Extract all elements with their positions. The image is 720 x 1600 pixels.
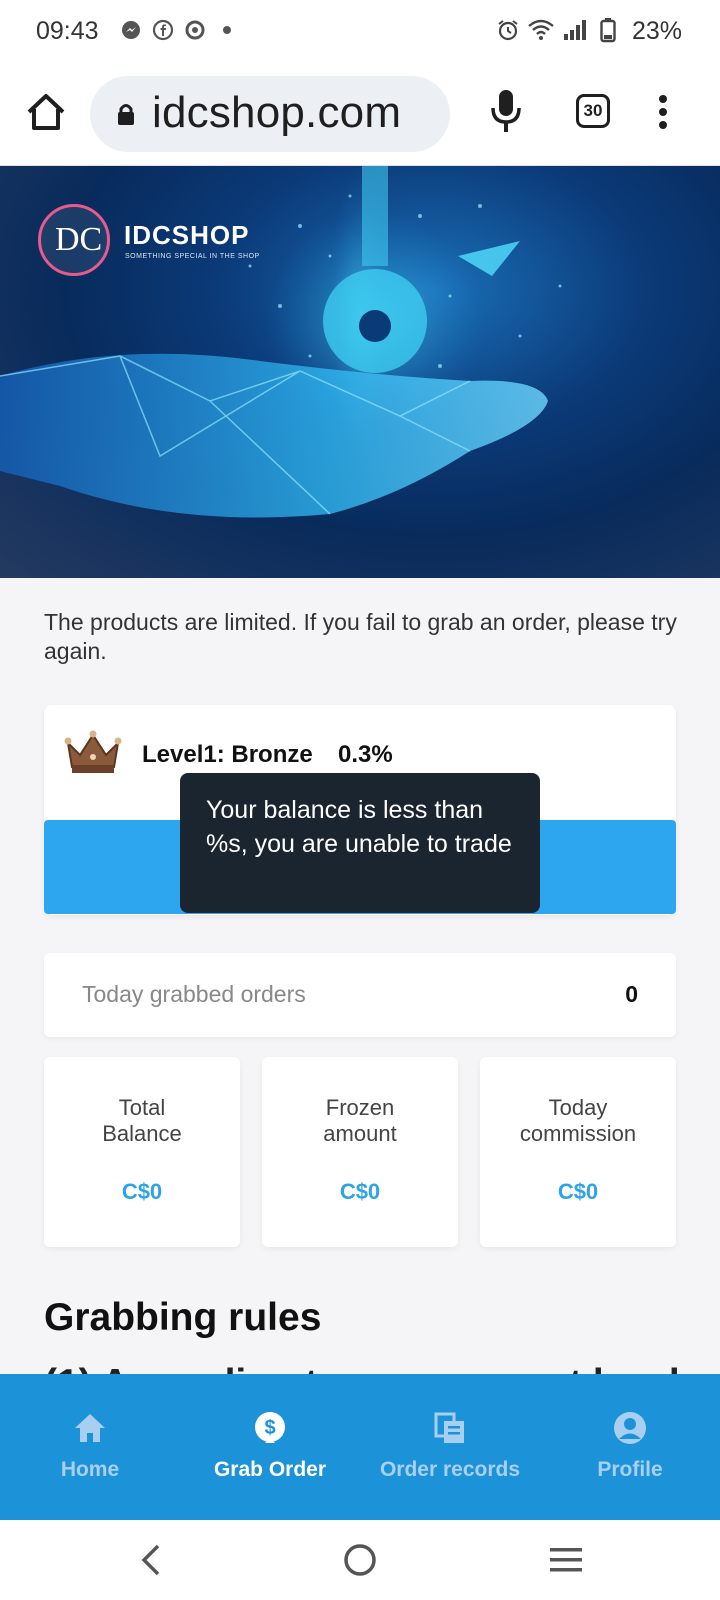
battery-icon <box>600 18 616 43</box>
tab-switcher-button[interactable]: 30 <box>576 94 610 128</box>
profile-icon <box>614 1412 646 1444</box>
records-icon <box>434 1412 464 1443</box>
bottom-navigation: Home $ Grab Order Order records Profile <box>0 1374 720 1520</box>
nav-label: Profile <box>597 1458 663 1481</box>
rules-first-line: (1) According to your current level <box>44 1362 680 1374</box>
home-icon[interactable] <box>24 90 68 134</box>
more-options-icon[interactable] <box>656 94 670 130</box>
nav-label: Grab Order <box>213 1458 327 1481</box>
status-bar: 09:43 23% <box>0 0 720 62</box>
alarm-icon <box>498 20 518 41</box>
nav-profile[interactable]: Profile <box>540 1374 720 1520</box>
stat-value: C$0 <box>121 1179 163 1204</box>
brand-tagline: SOMETHING SPECIAL IN THE SHOP <box>125 253 260 260</box>
brand-name: IDCSHOP <box>124 220 250 250</box>
recent-apps-icon[interactable] <box>548 1544 584 1576</box>
commission-rate: 0.3% <box>338 741 393 768</box>
today-orders-card: Today grabbed orders 0 <box>44 953 676 1037</box>
home-icon <box>75 1414 105 1442</box>
svg-text:$: $ <box>264 1417 275 1439</box>
sync-icon <box>185 20 205 40</box>
nav-label: Home <box>60 1458 120 1481</box>
browser-toolbar: idcshop.com 30 <box>0 62 720 166</box>
stat-value: C$0 <box>339 1179 381 1204</box>
nav-grab-order[interactable]: $ Grab Order <box>180 1374 360 1520</box>
stat-label: Total Balance <box>102 1095 182 1146</box>
stat-today-commission: Today commission C$0 <box>480 1057 676 1247</box>
rules-title: Grabbing rules <box>44 1296 322 1339</box>
logo-monogram: DC <box>55 221 103 258</box>
stat-label: Frozen amount <box>323 1095 397 1146</box>
status-time: 09:43 <box>36 17 99 45</box>
level-name: Level1: Bronze <box>142 741 313 768</box>
battery-percent: 23% <box>632 17 683 45</box>
balance-toast: Your balance is less than %s, you are un… <box>180 773 540 913</box>
stat-total-balance: Total Balance C$0 <box>44 1057 240 1247</box>
nav-home[interactable]: Home <box>0 1374 180 1520</box>
stat-label: Today commission <box>519 1095 637 1146</box>
limited-notice: The products are limited. If you fail to… <box>44 609 677 664</box>
today-orders-label: Today grabbed orders <box>82 981 306 1007</box>
messenger-icon <box>122 21 140 39</box>
lock-icon <box>118 104 134 125</box>
crown-icon <box>64 730 122 773</box>
stat-frozen-amount: Frozen amount C$0 <box>262 1057 458 1247</box>
signal-icon <box>564 20 586 40</box>
idcshop-logo: DC <box>38 204 110 276</box>
dot-icon <box>223 26 231 34</box>
back-icon[interactable] <box>138 1542 164 1578</box>
hero-banner: DC IDCSHOP SOMETHING SPECIAL IN THE SHOP <box>0 166 720 578</box>
address-bar[interactable]: idcshop.com <box>90 76 450 152</box>
url-text: idcshop.com <box>152 88 402 137</box>
stat-value: C$0 <box>557 1179 599 1204</box>
today-orders-value: 0 <box>625 981 638 1007</box>
wifi-icon <box>528 19 554 40</box>
nav-order-records[interactable]: Order records <box>360 1374 540 1520</box>
facebook-icon <box>152 19 174 41</box>
microphone-icon[interactable] <box>488 88 524 134</box>
dollar-icon: $ <box>255 1412 285 1443</box>
home-circle-icon[interactable] <box>342 1542 378 1578</box>
nav-label: Order records <box>379 1458 521 1481</box>
system-navigation-bar <box>0 1520 720 1600</box>
